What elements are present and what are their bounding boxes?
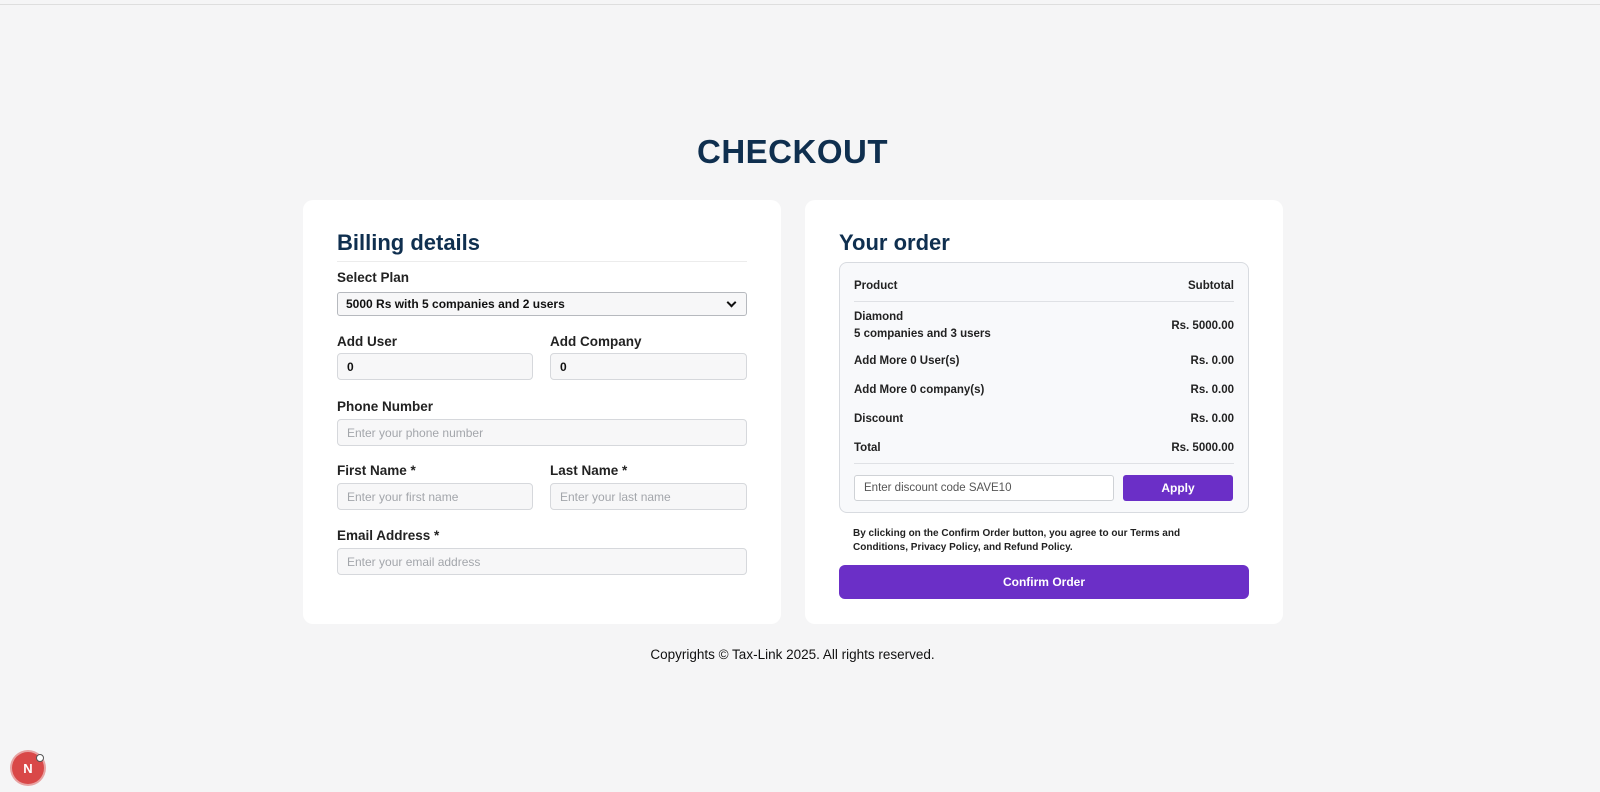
discount-code-input[interactable]: Enter discount code SAVE10 <box>854 475 1114 501</box>
order-row-users: Add More 0 User(s) Rs. 0.00 <box>854 355 1234 367</box>
confirm-order-button[interactable]: Confirm Order <box>839 565 1249 599</box>
plan-description: 5 companies and 3 users <box>854 328 991 340</box>
order-heading: Your order <box>839 230 950 255</box>
last-name-label: Last Name * <box>550 463 628 478</box>
billing-heading: Billing details <box>337 230 481 255</box>
add-user-input[interactable]: 0 <box>337 353 533 380</box>
plan-name: Diamond <box>854 311 904 323</box>
extra-users-price: Rs. 0.00 <box>1190 355 1234 367</box>
order-row-total: Total Rs. 5000.00 <box>854 442 1234 454</box>
order-row-companies: Add More 0 company(s) Rs. 0.00 <box>854 384 1234 396</box>
phone-input[interactable]: Enter your phone number <box>337 419 747 446</box>
apply-discount-button[interactable]: Apply <box>1123 475 1233 501</box>
footer-copyright: Copyrights © Tax-Link 2025. All rights r… <box>650 647 935 662</box>
extra-companies-label: Add More 0 company(s) <box>854 384 985 396</box>
add-company-label: Add Company <box>550 334 642 349</box>
order-table: Product Subtotal Diamond 5 companies and… <box>839 262 1249 513</box>
discount-label: Discount <box>854 413 904 425</box>
discount-amount: Rs. 0.00 <box>1190 413 1234 425</box>
extra-users-label: Add More 0 User(s) <box>854 355 960 367</box>
email-input[interactable]: Enter your email address <box>337 548 747 575</box>
heading-divider <box>337 261 747 262</box>
billing-details-card: Billing details Select Plan 5000 Rs with… <box>303 200 781 624</box>
order-row-discount: Discount Rs. 0.00 <box>854 413 1234 425</box>
select-plan-label: Select Plan <box>337 270 410 285</box>
first-name-label: First Name * <box>337 463 416 478</box>
chevron-down-icon <box>726 297 737 307</box>
product-column-header: Product <box>854 280 898 292</box>
email-label: Email Address * <box>337 528 440 543</box>
first-name-input[interactable]: Enter your first name <box>337 483 533 510</box>
order-table-header: Product Subtotal <box>854 280 1234 292</box>
plan-price: Rs. 5000.00 <box>1171 320 1234 332</box>
phone-label: Phone Number <box>337 399 434 414</box>
total-label: Total <box>854 442 881 454</box>
order-row-plan: Diamond 5 companies and 3 users Rs. 5000… <box>854 309 1234 343</box>
last-name-input[interactable]: Enter your last name <box>550 483 747 510</box>
terms-notice: By clicking on the Confirm Order button,… <box>853 528 1181 553</box>
extra-companies-price: Rs. 0.00 <box>1190 384 1234 396</box>
page-title: CHECKOUT <box>697 133 888 170</box>
order-divider <box>854 301 1234 302</box>
badge-letter: N <box>23 760 33 776</box>
order-summary-card: Your order Product Subtotal Diamond 5 co… <box>805 200 1283 624</box>
subtotal-column-header: Subtotal <box>1188 280 1234 292</box>
top-divider <box>0 4 1600 5</box>
notification-dot-icon <box>36 754 44 762</box>
add-company-input[interactable]: 0 <box>550 353 747 380</box>
select-plan-dropdown[interactable]: 5000 Rs with 5 companies and 2 users <box>337 292 747 316</box>
add-user-label: Add User <box>337 334 398 349</box>
total-amount: Rs. 5000.00 <box>1171 442 1234 454</box>
order-divider <box>854 463 1234 464</box>
select-plan-value: 5000 Rs with 5 companies and 2 users <box>346 297 565 311</box>
